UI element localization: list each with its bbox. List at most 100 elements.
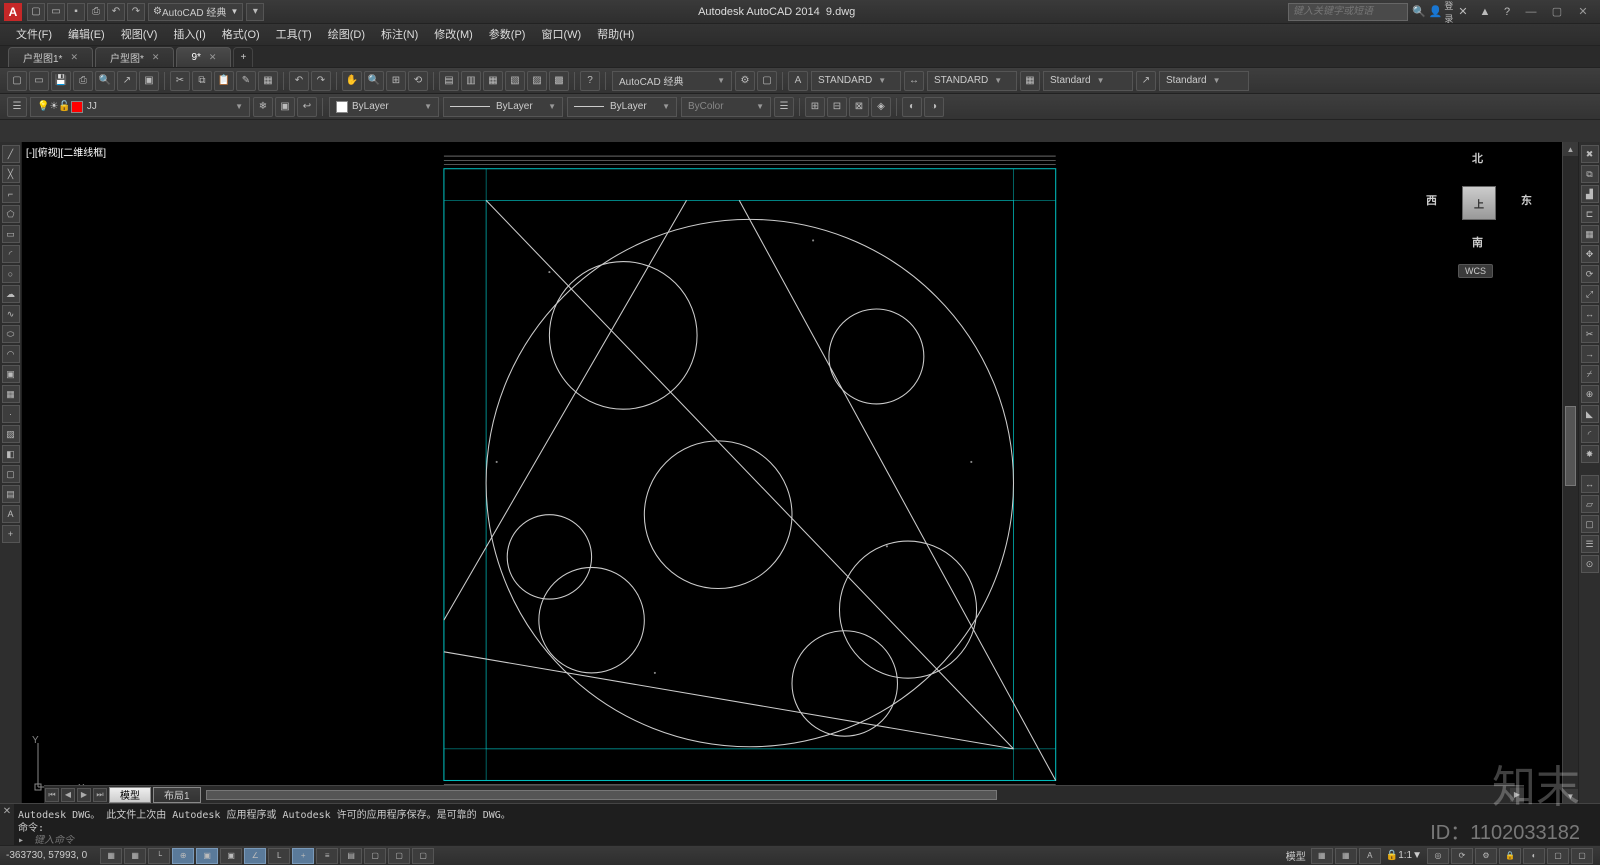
designcenter-icon[interactable]: ▥ [461, 71, 481, 91]
cmd-close-icon[interactable]: ✕ [0, 804, 14, 845]
paste-icon[interactable]: 📋 [214, 71, 234, 91]
cleanscreen-icon[interactable]: ▢ [1571, 848, 1593, 864]
color-dropdown[interactable]: ByLayer▼ [329, 97, 439, 117]
toolpalette-icon[interactable]: ▦ [483, 71, 503, 91]
layer-prev-icon[interactable]: ↩ [297, 97, 317, 117]
render-icon[interactable]: ◐ [902, 97, 922, 117]
exchange-icon[interactable]: ✕ [1453, 3, 1473, 21]
search-icon[interactable]: 🔍 [1409, 3, 1429, 21]
sheetset-icon[interactable]: ▧ [505, 71, 525, 91]
menu-view[interactable]: 视图(V) [113, 24, 166, 46]
insert-icon[interactable]: ▣ [2, 365, 20, 383]
redo-icon[interactable]: ↷ [311, 71, 331, 91]
am-button[interactable]: ▢ [412, 848, 434, 864]
tab-prev-icon[interactable]: ◀ [61, 788, 75, 802]
qat-redo-icon[interactable]: ↷ [127, 3, 145, 21]
properties-icon[interactable]: ▤ [439, 71, 459, 91]
ws-lock-icon[interactable]: ▢ [757, 71, 777, 91]
layer-dropdown[interactable]: 💡 ☀ 🔓 JJ ▼ [30, 97, 250, 117]
qat-open-icon[interactable]: ▭ [47, 3, 65, 21]
coordinates-readout[interactable]: -363730, 57993, 0 [6, 850, 87, 861]
model-tab[interactable]: 模型 [109, 787, 151, 803]
tab-last-icon[interactable]: ⏭ [93, 788, 107, 802]
workspace-dropdown[interactable]: ⚙ AutoCAD 经典 ▼ [148, 3, 243, 21]
viewcube-top-face[interactable]: 上 [1462, 186, 1496, 220]
dist-icon[interactable]: ↔ [1581, 475, 1599, 493]
area-icon[interactable]: ▱ [1581, 495, 1599, 513]
new-tab-button[interactable]: + [233, 47, 253, 67]
h-scrollbar[interactable]: ▶ [206, 788, 1524, 802]
iso-icon[interactable]: ◈ [871, 97, 891, 117]
extend-icon[interactable]: → [1581, 345, 1599, 363]
polar-button[interactable]: ⊕ [172, 848, 194, 864]
menu-parametric[interactable]: 参数(P) [481, 24, 534, 46]
workspace-dropdown-2[interactable]: AutoCAD 经典▼ [612, 71, 732, 91]
viewcube-south[interactable]: 南 [1472, 234, 1483, 250]
rotate-icon[interactable]: ⟳ [1581, 265, 1599, 283]
doc-tab-1[interactable]: 户型图1*✕ [8, 47, 93, 67]
menu-draw[interactable]: 绘图(D) [320, 24, 373, 46]
menu-modify[interactable]: 修改(M) [426, 24, 481, 46]
id-icon[interactable]: ⊙ [1581, 555, 1599, 573]
ellipsearc-icon[interactable]: ◠ [2, 345, 20, 363]
annoauto-icon[interactable]: ⟳ [1451, 848, 1473, 864]
markup-icon[interactable]: ▨ [527, 71, 547, 91]
v-scroll-thumb[interactable] [1565, 406, 1576, 486]
pline-icon[interactable]: ⌐ [2, 185, 20, 203]
snap-button[interactable]: ▦ [100, 848, 122, 864]
dimstyle-dropdown[interactable]: STANDARD▼ [927, 71, 1017, 91]
viewcube-west[interactable]: 西 [1426, 192, 1437, 208]
viewcube[interactable]: 北 南 东 西 上 WCS [1424, 148, 1534, 258]
table-icon[interactable]: ▤ [2, 485, 20, 503]
close-button[interactable]: ✕ [1570, 3, 1596, 21]
sc-button[interactable]: ▢ [388, 848, 410, 864]
lineweight-dropdown[interactable]: ByLayer▼ [567, 97, 677, 117]
copy-obj-icon[interactable]: ⧉ [1581, 165, 1599, 183]
pan-icon[interactable]: ✋ [342, 71, 362, 91]
polygon-icon[interactable]: ⬠ [2, 205, 20, 223]
textstyle-dropdown[interactable]: STANDARD▼ [811, 71, 901, 91]
zoom-realtime-icon[interactable]: 🔍 [364, 71, 384, 91]
3dosnap-button[interactable]: ▣ [220, 848, 242, 864]
qat-save-icon[interactable]: ▪ [67, 3, 85, 21]
menu-window[interactable]: 窗口(W) [533, 24, 589, 46]
lwt-button[interactable]: ≡ [316, 848, 338, 864]
help-icon[interactable]: ? [1497, 3, 1517, 21]
zoom-window-icon[interactable]: ⊞ [386, 71, 406, 91]
scroll-right-icon[interactable]: ▶ [1510, 788, 1524, 802]
region-icon[interactable]: ▢ [2, 465, 20, 483]
fillet-icon[interactable]: ◜ [1581, 425, 1599, 443]
layer-manager-icon[interactable]: ☰ [7, 97, 27, 117]
grid-button[interactable]: ▦ [124, 848, 146, 864]
quickview-layouts-icon[interactable]: ▦ [1311, 848, 1333, 864]
mtext-icon[interactable]: A [2, 505, 20, 523]
v-scrollbar[interactable]: ▲ ▼ [1562, 142, 1578, 803]
stretch-icon[interactable]: ↔ [1581, 305, 1599, 323]
wcs-label[interactable]: WCS [1458, 264, 1493, 278]
menu-dimension[interactable]: 标注(N) [373, 24, 426, 46]
qat-more-icon[interactable]: ▾ [246, 3, 264, 21]
otrack-button[interactable]: ∠ [244, 848, 266, 864]
cut-icon[interactable]: ✂ [170, 71, 190, 91]
drawing-canvas[interactable]: [-][俯视][二维线框] [22, 142, 1562, 803]
qat-new-icon[interactable]: ▢ [27, 3, 45, 21]
linetype-dropdown[interactable]: ByLayer▼ [443, 97, 563, 117]
close-icon[interactable]: ✕ [152, 52, 160, 63]
scroll-down-icon[interactable]: ▼ [1563, 789, 1578, 803]
layer-iso-icon[interactable]: ▣ [275, 97, 295, 117]
tablestyle-dropdown[interactable]: Standard▼ [1043, 71, 1133, 91]
join-icon[interactable]: ⊕ [1581, 385, 1599, 403]
ducs-button[interactable]: L [268, 848, 290, 864]
dyn-button[interactable]: + [292, 848, 314, 864]
plotstyle-dropdown[interactable]: ByColor▼ [681, 97, 771, 117]
addselected-icon[interactable]: + [2, 525, 20, 543]
new-icon[interactable]: ▢ [7, 71, 27, 91]
hatch-icon[interactable]: ▨ [2, 425, 20, 443]
hardware-accel-icon[interactable]: ◐ [1523, 848, 1545, 864]
save-icon[interactable]: 💾 [51, 71, 71, 91]
move-icon[interactable]: ✥ [1581, 245, 1599, 263]
doc-tab-2[interactable]: 户型图*✕ [95, 47, 174, 67]
textstyle-icon[interactable]: A [788, 71, 808, 91]
maximize-button[interactable]: ▢ [1544, 3, 1570, 21]
hide-icon[interactable]: ◑ [924, 97, 944, 117]
